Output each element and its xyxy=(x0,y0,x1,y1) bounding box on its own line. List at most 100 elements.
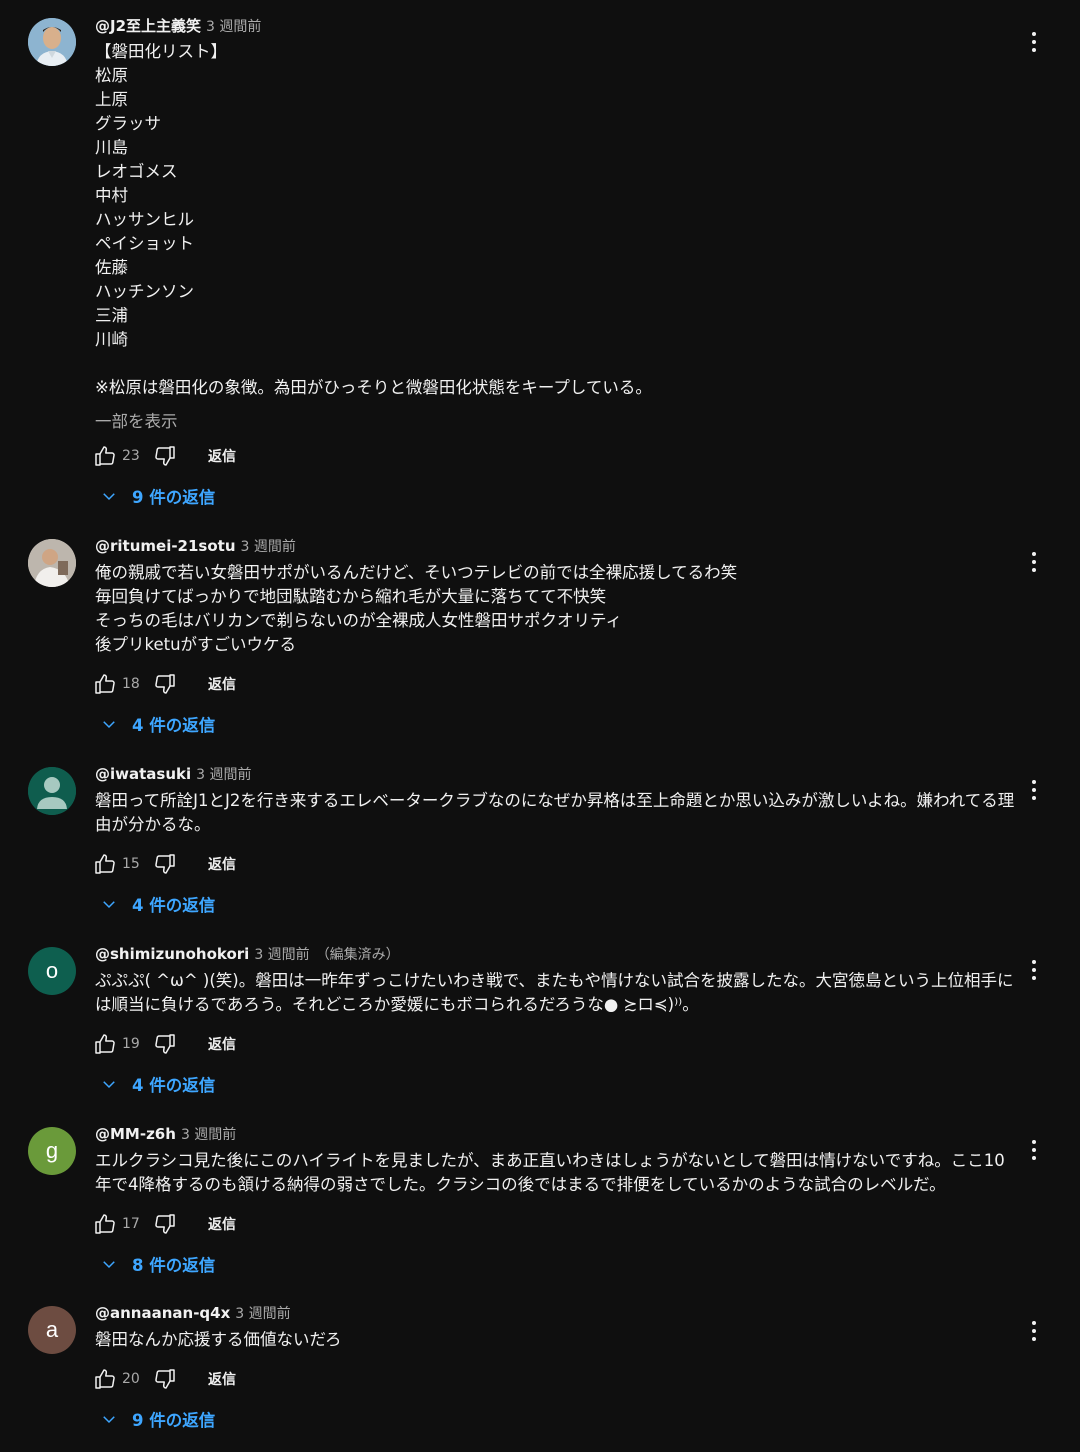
replies-count-label: 4 件の返信 xyxy=(132,1076,216,1095)
avatar[interactable]: a xyxy=(28,1306,76,1354)
avatar[interactable] xyxy=(28,18,76,66)
author-name[interactable]: @iwatasuki xyxy=(95,765,191,783)
thumbs-up-icon xyxy=(95,1214,115,1234)
avatar[interactable] xyxy=(28,539,76,587)
thumbs-down-icon xyxy=(155,674,175,694)
view-replies-button[interactable]: 4 件の返信 xyxy=(100,712,215,736)
dislike-button[interactable] xyxy=(152,1031,178,1057)
like-button[interactable] xyxy=(92,851,118,877)
comment-header: @shimizunohokori 3 週間前 （編集済み） xyxy=(95,944,400,964)
dislike-button[interactable] xyxy=(152,1211,178,1237)
show-less-link[interactable]: 一部を表示 xyxy=(95,408,178,432)
like-button[interactable] xyxy=(92,1366,118,1392)
like-button[interactable] xyxy=(92,1211,118,1237)
thumbs-down-icon xyxy=(155,1214,175,1234)
chevron-down-icon xyxy=(103,721,115,729)
reply-button[interactable]: 返信 xyxy=(208,446,236,466)
comment-header: @ritumei-21sotu 3 週間前 xyxy=(95,536,296,556)
thumbs-down-icon xyxy=(155,1369,175,1389)
author-name[interactable]: @ritumei-21sotu xyxy=(95,537,236,555)
comment-text: ぷぷぷ( ^ω^ )(笑)。磐田は一昨年ずっこけたいわき戦で、またもや情けない試… xyxy=(95,971,1014,1014)
reply-button[interactable]: 返信 xyxy=(208,1214,236,1234)
like-count: 20 xyxy=(122,1371,140,1387)
thumbs-down-icon xyxy=(155,1034,175,1054)
author-name[interactable]: @shimizunohokori xyxy=(95,945,249,963)
chevron-down-icon xyxy=(103,1081,115,1089)
author-name[interactable]: @MM-z6h xyxy=(95,1125,176,1143)
comment-actions: 20 返信 xyxy=(92,1365,236,1393)
comment-text: 【磐田化リスト】 松原 上原 グラッサ 川島 レオゴメス 中村 ハッサンヒル ペ… xyxy=(95,42,652,397)
thumbs-down-icon xyxy=(155,854,175,874)
view-replies-button[interactable]: 4 件の返信 xyxy=(100,892,215,916)
more-actions-icon[interactable] xyxy=(1028,550,1040,574)
comment-text: エルクラシコ見た後にこのハイライトを見ましたが、まあ正直いわきはしょうがないとし… xyxy=(95,1151,1005,1194)
more-actions-icon[interactable] xyxy=(1028,958,1040,982)
like-button[interactable] xyxy=(92,443,118,469)
thumbs-up-icon xyxy=(95,674,115,694)
reply-button[interactable]: 返信 xyxy=(208,674,236,694)
like-count: 23 xyxy=(122,448,140,464)
person-photo-icon xyxy=(28,18,76,66)
thumbs-up-icon xyxy=(95,854,115,874)
thumbs-down-icon xyxy=(155,446,175,466)
like-count: 19 xyxy=(122,1036,140,1052)
thumbs-up-icon xyxy=(95,1369,115,1389)
more-actions-icon[interactable] xyxy=(1028,1138,1040,1162)
person-photo-icon xyxy=(28,539,76,587)
replies-count-label: 9 件の返信 xyxy=(132,488,216,507)
avatar[interactable] xyxy=(28,767,76,815)
more-actions-icon[interactable] xyxy=(1028,778,1040,802)
thumbs-up-icon xyxy=(95,1034,115,1054)
thumbs-up-icon xyxy=(95,446,115,466)
dislike-button[interactable] xyxy=(152,671,178,697)
comment-header: @annaanan-q4x 3 週間前 xyxy=(95,1303,291,1323)
default-user-icon xyxy=(28,767,76,815)
timestamp[interactable]: 3 週間前 xyxy=(196,767,251,783)
dislike-button[interactable] xyxy=(152,1366,178,1392)
author-name[interactable]: @J2至上主義笑 xyxy=(95,17,201,35)
avatar[interactable]: g xyxy=(28,1127,76,1175)
comment-actions: 17 返信 xyxy=(92,1210,236,1238)
replies-count-label: 4 件の返信 xyxy=(132,896,216,915)
avatar-letter: a xyxy=(45,1317,59,1342)
timestamp[interactable]: 3 週間前 xyxy=(206,19,261,35)
replies-count-label: 4 件の返信 xyxy=(132,716,216,735)
more-actions-icon[interactable] xyxy=(1028,1319,1040,1343)
reply-button[interactable]: 返信 xyxy=(208,1034,236,1054)
chevron-down-icon xyxy=(103,1261,115,1269)
view-replies-button[interactable]: 9 件の返信 xyxy=(100,1407,215,1431)
timestamp[interactable]: 3 週間前 xyxy=(235,1306,290,1322)
timestamp[interactable]: 3 週間前 xyxy=(181,1127,236,1143)
like-button[interactable] xyxy=(92,1031,118,1057)
author-name[interactable]: @annaanan-q4x xyxy=(95,1304,230,1322)
reply-button[interactable]: 返信 xyxy=(208,854,236,874)
view-replies-button[interactable]: 8 件の返信 xyxy=(100,1252,215,1276)
avatar-letter: o xyxy=(45,958,59,983)
comment-actions: 15 返信 xyxy=(92,850,236,878)
avatar-letter: g xyxy=(45,1138,59,1163)
chevron-down-icon xyxy=(103,901,115,909)
edited-label: （編集済み） xyxy=(315,947,400,963)
comment-header: @iwatasuki 3 週間前 xyxy=(95,764,252,784)
replies-count-label: 8 件の返信 xyxy=(132,1256,216,1275)
avatar[interactable]: o xyxy=(28,947,76,995)
more-actions-icon[interactable] xyxy=(1028,30,1040,54)
chevron-down-icon xyxy=(103,1416,115,1424)
like-count: 15 xyxy=(122,856,140,872)
like-button[interactable] xyxy=(92,671,118,697)
timestamp[interactable]: 3 週間前 xyxy=(241,539,296,555)
dislike-button[interactable] xyxy=(152,851,178,877)
view-replies-button[interactable]: 4 件の返信 xyxy=(100,1072,215,1096)
comment-header: @J2至上主義笑 3 週間前 xyxy=(95,15,261,36)
like-count: 17 xyxy=(122,1216,140,1232)
comment-actions: 23 返信 xyxy=(92,442,236,470)
like-count: 18 xyxy=(122,676,140,692)
dislike-button[interactable] xyxy=(152,443,178,469)
comment-actions: 18 返信 xyxy=(92,670,236,698)
comment-text: 俺の親戚で若い女磐田サポがいるんだけど、そいつテレビの前では全裸応援してるわ笑 … xyxy=(95,563,738,654)
reply-button[interactable]: 返信 xyxy=(208,1369,236,1389)
comment-actions: 19 返信 xyxy=(92,1030,236,1058)
timestamp[interactable]: 3 週間前 xyxy=(254,947,309,963)
chevron-down-icon xyxy=(103,493,115,501)
view-replies-button[interactable]: 9 件の返信 xyxy=(100,484,215,508)
